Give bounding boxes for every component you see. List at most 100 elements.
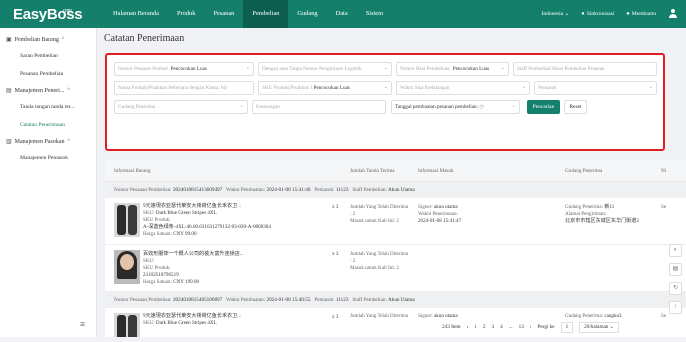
sku-match-select[interactable]: Pencocokan Luas [313, 85, 349, 91]
chevron-up-icon: ^ [67, 88, 70, 93]
date-range-field[interactable]: Tanggal pembuatan pesanan pembelian: ◷ ⌄ [391, 100, 520, 114]
page-ellipsis[interactable]: ... [509, 324, 513, 330]
sku-produk-label: SKU Produk: [143, 217, 171, 223]
staff-label: Staff Pembelian: [352, 297, 387, 303]
received-label: Jumlah Yang Telah Diterima [350, 313, 409, 319]
chevron-down-icon: ⌄ [564, 11, 570, 17]
refresh-icon[interactable]: ↻ [669, 282, 682, 295]
receipt-time-value: 2024-01-08 15:41:47 [418, 218, 462, 224]
price-value: CNY 99.00 [173, 231, 197, 237]
sku-produk-label: SKU Produk: [143, 265, 171, 271]
signer-label: Signer: [418, 204, 433, 210]
total-count: 243 Item [442, 324, 461, 330]
sidebar-item-manajemen-pemasok[interactable]: Manajemen Pemasok [0, 149, 96, 167]
product-info: 9元速現衣亚瑟代莱安大褂荷亿鱼长禾衣卫... SKU: Dark Blue Gr… [143, 203, 271, 238]
sync-label: Sinkronisasi [586, 11, 615, 17]
page-13[interactable]: 13 [519, 324, 524, 330]
product-name[interactable]: 9元速現衣亚瑟代莱安大褂荷亿鱼长禾衣卫... [143, 313, 241, 320]
staff-account-field[interactable]: Staff Pembelian/Akun Pembelian Pesanan [513, 62, 657, 76]
product-name[interactable]: 9元速現衣亚瑟代莱安大褂荷亿鱼长禾衣卫... [143, 203, 271, 210]
notes-field[interactable]: Keterangan [252, 100, 386, 114]
table-header: Informasi Barang Jumlah Tanda Terima Inf… [105, 160, 686, 182]
menu-collapse-icon[interactable]: ≡ [80, 319, 85, 329]
sku-field[interactable]: SKU Produk(Pisahkan I Pencocokan Luas ⌄ [258, 81, 392, 95]
sku-placeholder: SKU Produk(Pisahkan I [262, 85, 313, 91]
logistics-tracking-select[interactable]: Dengan atau Tanpa Nomor Pengiriman Logis… [258, 62, 392, 76]
table-row: 9元速現衣亚瑟代莱安大褂荷亿鱼长禾衣卫... SKU: Dark Blue Gr… [105, 198, 686, 245]
sidebar-item-pesanan-pembelian[interactable]: Pesanan Pembelian [0, 65, 96, 83]
help-button[interactable]: ● Membantu [626, 11, 656, 17]
quantity: x 3 [332, 204, 339, 210]
nav-produk[interactable]: Produk [168, 0, 204, 28]
resi-placeholder: Nomor Resi Pembelian( [400, 66, 451, 72]
resi-field[interactable]: Nomor Resi Pembelian( Pencocokan Luas ⌄ [396, 62, 509, 76]
page-1[interactable]: 1 [474, 324, 477, 330]
order-number[interactable]: 2024010815413609497 [173, 187, 222, 193]
sidebar-group-manajemen-penerimaan[interactable]: ▤ Manajemen Peneri... ^ [0, 83, 96, 98]
scroll-top-icon[interactable]: ↑ [669, 301, 682, 314]
chevron-down-icon: ⌄ [383, 66, 388, 71]
order-time: 2024-01-08 15:41:40 [266, 187, 311, 193]
sku-value: Dark Blue Green Stripes 4XL [155, 210, 217, 216]
user-icon[interactable] [668, 9, 678, 19]
order-no-match-select[interactable]: Pencocokan Luas [170, 66, 206, 72]
receipt-time-label: Waktu Penerimaan: [418, 211, 458, 217]
main-content: Catatan Penerimaan Nomor Pesanan Pembel … [97, 28, 686, 337]
page-4[interactable]: 4 [500, 324, 503, 330]
receipt-table: Informasi Barang Jumlah Tanda Terima Inf… [105, 160, 686, 337]
nav-sistem[interactable]: Sistem [357, 0, 392, 28]
sidebar-group-pembelian-barang[interactable]: ▣ Pembelian Barang ^ [0, 32, 96, 47]
arrival-time-select[interactable]: Waktu Sisa Kedatangan ⌄ [396, 81, 530, 95]
order-number[interactable]: 2024010815405106897 [173, 297, 222, 303]
nav-home[interactable]: Halaman Beranda [104, 0, 168, 28]
chevron-down-icon: ⌄ [521, 85, 526, 90]
sidebar-group-manajemen-pasokan[interactable]: ▥ Manajemen Pasokan ^ [0, 134, 96, 149]
page-2[interactable]: 2 [483, 324, 486, 330]
price-value: CNY 199.00 [173, 279, 200, 285]
sidebar-group-label: Manajemen Pasokan [14, 138, 65, 145]
product-name[interactable]: 百效形服饰一个概人公司的装大富升连锁店... [143, 251, 244, 258]
app-logo[interactable]: EasyBoss .com [0, 6, 90, 23]
col-received-qty: Jumlah Tanda Terima [350, 168, 395, 174]
help-label: Membantu [631, 11, 656, 17]
nav-pembelian[interactable]: Pembelian [243, 0, 289, 28]
sku-value: Dark Blue Green Stripes 4XL [155, 320, 217, 326]
nav-data[interactable]: Data [327, 0, 357, 28]
clock-icon: ◷ [479, 104, 484, 110]
reset-button[interactable]: Reset [564, 100, 587, 114]
chevron-down-icon: ⌄ [511, 104, 516, 109]
goto-input[interactable]: 1 [560, 321, 574, 333]
supplier-select[interactable]: Pemasok ⌄ [534, 81, 657, 95]
nav-gudang[interactable]: Gudang [288, 0, 326, 28]
chevron-left-icon[interactable]: ‹ [467, 324, 469, 330]
headset-icon[interactable]: ◐ [669, 244, 682, 257]
supplier-value: 11123 [335, 297, 349, 303]
sidebar-item-saran-pembelian[interactable]: Saran Pembelian [0, 47, 96, 65]
page-title: Catatan Penerimaan [104, 33, 185, 44]
sync-button[interactable]: ● Sinkronisasi [581, 11, 614, 17]
language-selector[interactable]: Indonesia ⌄ [541, 11, 569, 17]
resi-match-select[interactable]: Pencocokan Luas [453, 66, 489, 72]
sync-icon: ● [581, 11, 585, 17]
sku-label: SKU: [143, 320, 155, 326]
help-icon: ● [626, 11, 630, 17]
sidebar-item-tanda-tangan[interactable]: Tanda tangan tanda ter... [0, 98, 96, 116]
table-row: 百效形服饰一个概人公司的装大富升连锁店... SKU: SKU Produk: … [105, 245, 686, 292]
document-icon[interactable]: ▤ [669, 263, 682, 276]
time-label: Waktu Pembuatan: [226, 187, 266, 193]
in-label: Masuk untuk Kali Ini: [350, 265, 396, 271]
product-image[interactable] [114, 250, 140, 284]
chevron-right-icon[interactable]: › [530, 324, 532, 330]
page-3[interactable]: 3 [492, 324, 495, 330]
product-name-field[interactable]: Nama Produk(Pisahkan Beberapa dengan Kom… [114, 81, 254, 95]
nav-pesanan[interactable]: Pesanan [204, 0, 243, 28]
sidebar-item-catatan-penerimaan[interactable]: Catatan Penerimaan [0, 116, 96, 134]
received-value: : 2 [350, 211, 356, 217]
product-image[interactable] [114, 203, 140, 237]
page-size-value: 20/halaman [584, 323, 609, 330]
order-no-field[interactable]: Nomor Pesanan Pembel Pencocokan Luas ⌄ [114, 62, 254, 76]
search-button[interactable]: Pencarian [527, 100, 560, 114]
warehouse-select[interactable]: Gudang Penerima ⌄ [114, 100, 248, 114]
page-size-select[interactable]: 20/halaman ⌄ [579, 321, 620, 333]
product-image[interactable] [114, 313, 140, 337]
